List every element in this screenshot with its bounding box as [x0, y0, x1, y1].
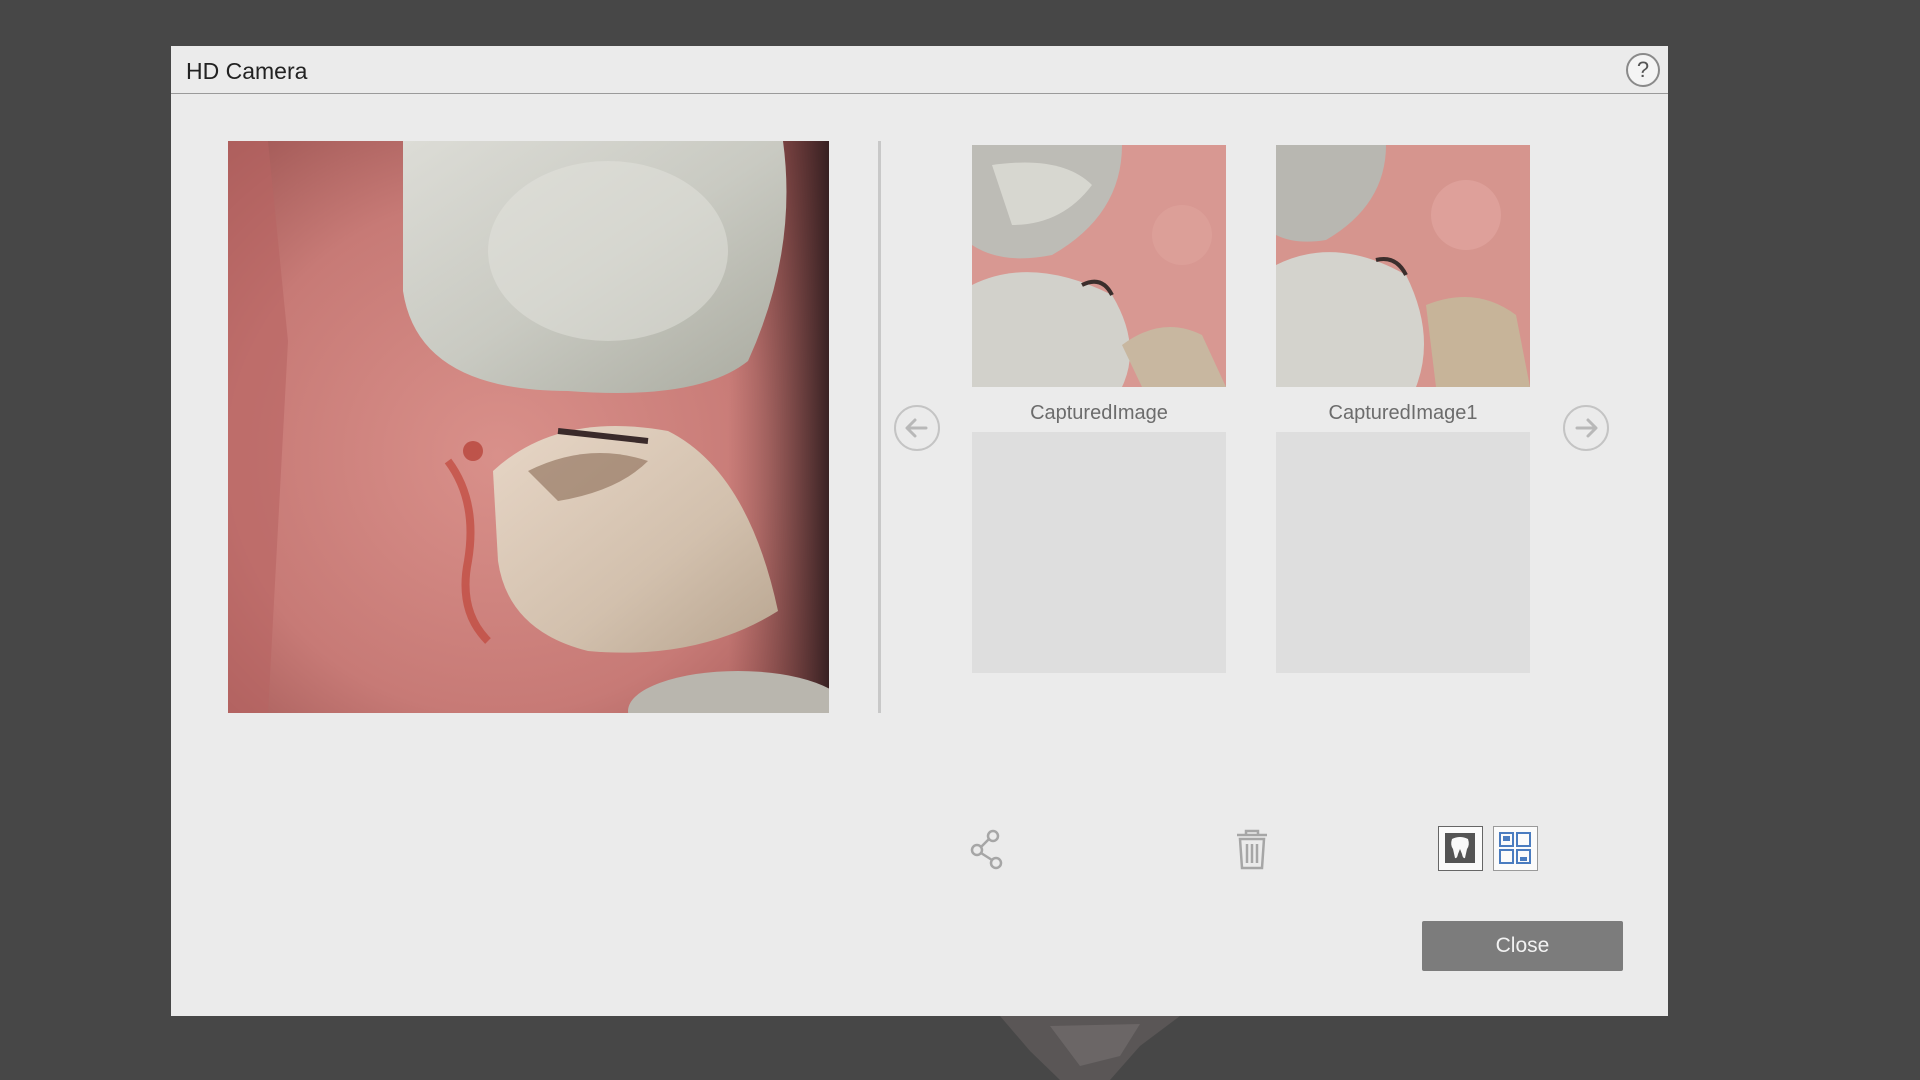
trash-icon — [1237, 829, 1267, 870]
arrow-right-icon — [1575, 418, 1598, 438]
hd-camera-dialog: HD Camera ? CapturedImage CapturedImage1… — [171, 46, 1668, 1016]
empty-thumbnail-slot — [1276, 432, 1530, 673]
captured-image1-thumbnail[interactable] — [1276, 145, 1530, 387]
dialog-titlebar: HD Camera ? — [171, 46, 1668, 94]
captured-image-thumbnail[interactable] — [972, 145, 1226, 387]
background-scan-fragment — [1000, 1016, 1180, 1080]
thumbnail-label: CapturedImage1 — [1328, 402, 1478, 424]
thumbnail-label: CapturedImage — [1030, 402, 1168, 424]
delete-button[interactable] — [1229, 826, 1275, 872]
next-arrow-button[interactable] — [1563, 405, 1609, 451]
help-button[interactable]: ? — [1626, 53, 1660, 87]
single-view-button[interactable] — [1438, 826, 1483, 871]
dialog-title: HD Camera — [186, 58, 308, 84]
share-icon — [970, 829, 1003, 870]
close-button[interactable]: Close — [1422, 921, 1623, 971]
arrow-left-icon — [905, 418, 928, 438]
grid-icon — [1499, 832, 1531, 864]
share-button[interactable] — [966, 826, 1012, 872]
live-preview-image — [228, 141, 829, 713]
prev-arrow-button[interactable] — [894, 405, 940, 451]
empty-thumbnail-slot — [972, 432, 1226, 673]
panel-divider — [878, 141, 881, 713]
grid-view-button[interactable] — [1493, 826, 1538, 871]
tooth-icon — [1445, 833, 1475, 863]
